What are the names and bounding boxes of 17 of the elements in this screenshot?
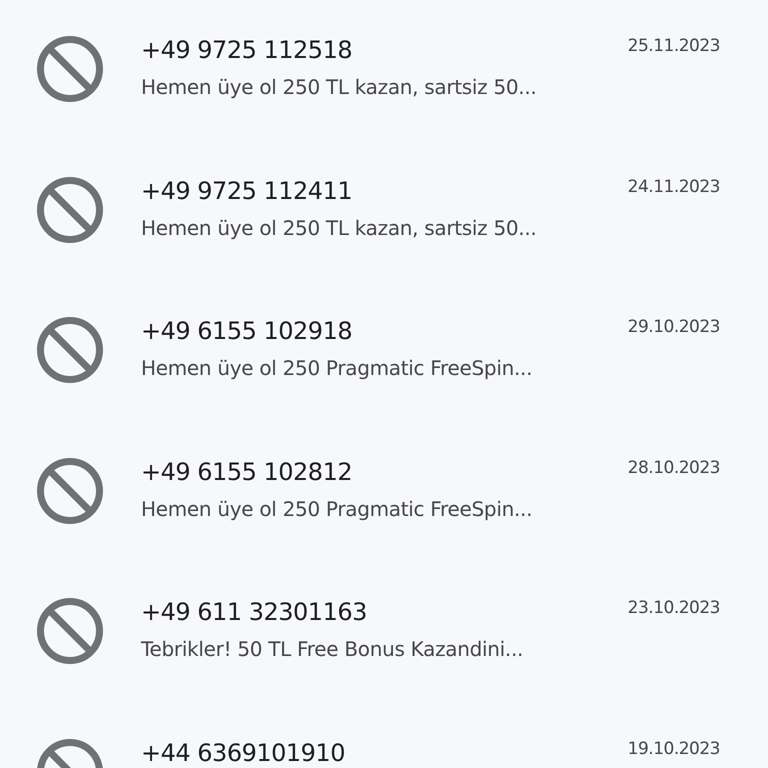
message-date: 19.10.2023: [628, 738, 720, 760]
sender-number: +49 9725 112518: [141, 35, 354, 65]
sender-number: +49 611 32301163: [141, 597, 368, 627]
message-preview: Tebrikler! 50 TL Free Bonus Kazandini...: [141, 636, 524, 662]
message-preview: Hemen üye ol 250 Pragmatic FreeSpin...: [141, 355, 534, 381]
message-date: 29.10.2023: [628, 316, 720, 338]
sender-number: +49 6155 102812: [141, 456, 354, 486]
message-preview: Hemen üye ol 250 TL kazan, sartsiz 50...: [141, 214, 538, 240]
message-date: 25.11.2023: [628, 35, 720, 57]
message-date: 24.11.2023: [628, 176, 720, 198]
message-date: 28.10.2023: [628, 456, 720, 478]
sender-number: +44 6369101910: [141, 738, 346, 768]
sender-number: +49 9725 112411: [141, 176, 354, 206]
message-preview: Hemen üye ol 250 Pragmatic FreeSpin...: [141, 496, 534, 522]
sender-number: +49 6155 102918: [141, 316, 354, 346]
message-date: 23.10.2023: [628, 597, 720, 619]
message-preview: Hemen üye ol 250 TL kazan, sartsiz 50...: [141, 74, 538, 100]
